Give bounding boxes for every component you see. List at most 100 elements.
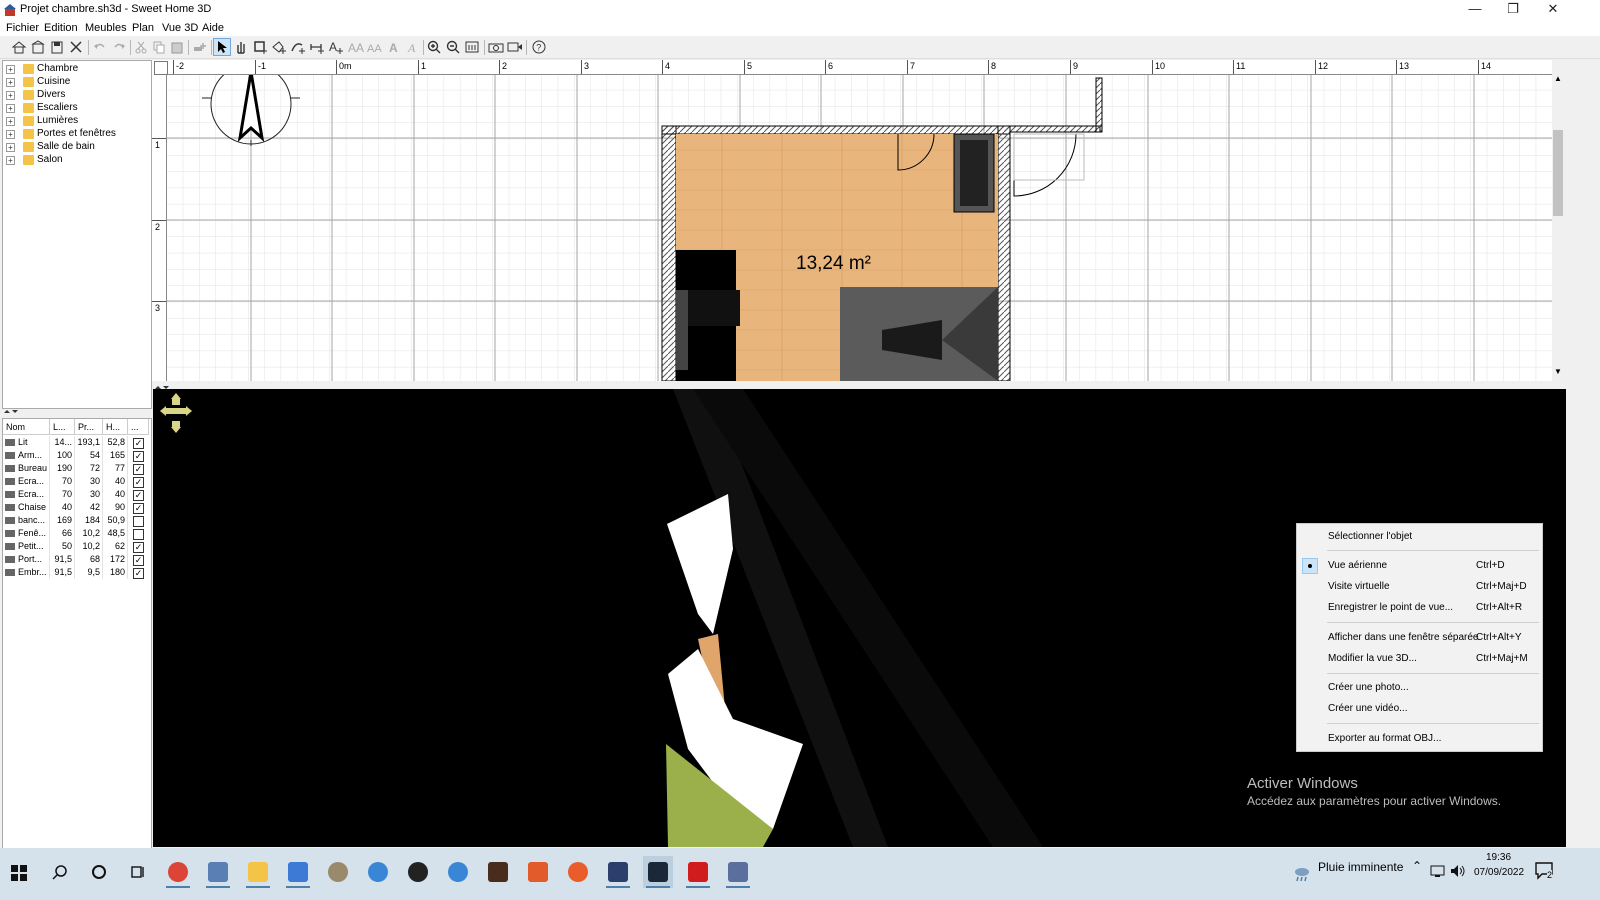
visible-checkbox[interactable]: ✓: [133, 503, 144, 514]
close-button[interactable]: ✕: [1530, 0, 1576, 20]
visible-checkbox[interactable]: ✓: [133, 568, 144, 579]
horizontal-splitter[interactable]: [152, 381, 1566, 389]
taskbar-app[interactable]: [683, 856, 713, 888]
splitter-handle[interactable]: [2, 407, 152, 416]
visible-checkbox[interactable]: [133, 529, 144, 540]
import-furniture-icon[interactable]: [464, 39, 480, 55]
taskbar-app[interactable]: [523, 856, 553, 888]
scroll-up-icon[interactable]: ▲: [1554, 74, 1562, 83]
copy-icon[interactable]: [151, 39, 167, 55]
expand-icon[interactable]: +: [6, 104, 15, 113]
cut-icon[interactable]: [133, 39, 149, 55]
new-home-icon[interactable]: [11, 39, 27, 55]
collapse-arrows-icon[interactable]: [2, 407, 22, 416]
room-area-label[interactable]: 13,24 m²: [796, 253, 871, 274]
select-icon[interactable]: [213, 38, 231, 56]
visible-checkbox[interactable]: [133, 516, 144, 527]
taskbar-app[interactable]: [243, 856, 273, 888]
create-labels-icon[interactable]: A: [328, 39, 344, 55]
expand-icon[interactable]: +: [6, 78, 15, 87]
navigation-arrows-icon[interactable]: [160, 393, 192, 433]
visible-checkbox[interactable]: ✓: [133, 542, 144, 553]
menu-item-separate-window[interactable]: Afficher dans une fenêtre séparée Ctrl+Al…: [1297, 628, 1542, 648]
catalog-category-portes-fenetres[interactable]: + Portes et fenêtres: [3, 128, 149, 141]
expand-icon[interactable]: +: [6, 156, 15, 165]
catalog-category-lumieres[interactable]: + Lumières: [3, 115, 149, 128]
taskbar-app[interactable]: [563, 856, 593, 888]
plan-canvas[interactable]: 13,24 m²: [152, 60, 1565, 381]
column-header-depth[interactable]: Pr...: [75, 419, 103, 435]
bold-icon[interactable]: A: [386, 39, 402, 55]
network-icon[interactable]: [1430, 864, 1446, 878]
tray-chevron-icon[interactable]: ⌃: [1412, 859, 1422, 873]
taskbar-app[interactable]: [403, 856, 433, 888]
taskbar-app[interactable]: [483, 856, 513, 888]
taskbar-app[interactable]: [203, 856, 233, 888]
visible-checkbox[interactable]: ✓: [133, 438, 144, 449]
expand-icon[interactable]: +: [6, 117, 15, 126]
save-icon[interactable]: [49, 39, 65, 55]
scroll-down-icon[interactable]: ▼: [1554, 367, 1562, 376]
taskbar-app[interactable]: [603, 856, 633, 888]
notification-center-icon[interactable]: [1534, 860, 1556, 882]
column-header-height[interactable]: H...: [103, 419, 128, 435]
column-header-name[interactable]: Nom: [3, 419, 50, 435]
taskbar-app[interactable]: [163, 856, 193, 888]
volume-icon[interactable]: [1450, 864, 1466, 878]
furniture-row[interactable]: Embr... 91,5 9,5 180 ✓: [3, 566, 149, 579]
create-walls-icon[interactable]: [252, 39, 268, 55]
undo-icon[interactable]: [92, 39, 108, 55]
menu-plan[interactable]: Plan: [132, 22, 154, 34]
furniture-row[interactable]: Ecra... 70 30 40 ✓: [3, 475, 149, 488]
menu-edition[interactable]: Edition: [44, 22, 78, 34]
taskbar-app[interactable]: [323, 856, 353, 888]
taskbar-app[interactable]: [443, 856, 473, 888]
visible-checkbox[interactable]: ✓: [133, 477, 144, 488]
furniture-row[interactable]: Lit 14... 193,1 52,8 ✓: [3, 436, 149, 449]
catalog-category-salon[interactable]: + Salon: [3, 154, 149, 167]
visible-checkbox[interactable]: ✓: [133, 464, 144, 475]
menu-item-select-object[interactable]: Sélectionner l'objet: [1297, 527, 1542, 547]
plan-vertical-scrollbar[interactable]: ▲ ▼: [1552, 60, 1565, 381]
menu-meubles[interactable]: Meubles: [85, 22, 127, 34]
create-photo-icon[interactable]: [488, 39, 504, 55]
menu-item-virtual-visit[interactable]: Visite virtuelle Ctrl+Maj+D: [1297, 577, 1542, 597]
pan-icon[interactable]: [233, 39, 249, 55]
expand-icon[interactable]: +: [6, 130, 15, 139]
italic-icon[interactable]: A: [405, 39, 421, 55]
paste-icon[interactable]: [169, 39, 185, 55]
menu-item-aerial-view[interactable]: Vue aérienne Ctrl+D: [1297, 556, 1542, 576]
zoom-in-icon[interactable]: [426, 39, 442, 55]
taskbar-app[interactable]: [363, 856, 393, 888]
weather-rain-icon[interactable]: [1292, 864, 1312, 884]
furniture-row[interactable]: Chaise 40 42 90 ✓: [3, 501, 149, 514]
catalog-category-salle-de-bain[interactable]: + Salle de bain: [3, 141, 149, 154]
visible-checkbox[interactable]: ✓: [133, 555, 144, 566]
visible-checkbox[interactable]: ✓: [133, 451, 144, 462]
create-rooms-icon[interactable]: [271, 39, 287, 55]
clock-time[interactable]: 19:36: [1486, 852, 1511, 863]
visible-checkbox[interactable]: ✓: [133, 490, 144, 501]
furniture-row[interactable]: Arm... 100 54 165 ✓: [3, 449, 149, 462]
create-dimensions-icon[interactable]: [309, 39, 325, 55]
furniture-row[interactable]: Fenê... 66 10,2 48,5: [3, 527, 149, 540]
clock-date[interactable]: 07/09/2022: [1474, 867, 1524, 878]
plan-view[interactable]: 13,24 m²: [152, 60, 1565, 381]
menu-item-create-video[interactable]: Créer une vidéo...: [1297, 699, 1542, 719]
create-polylines-icon[interactable]: [290, 39, 306, 55]
increase-text-icon[interactable]: AA: [348, 39, 364, 55]
expand-icon[interactable]: +: [6, 65, 15, 74]
furniture-row[interactable]: Port... 91,5 68 172 ✓: [3, 553, 149, 566]
redo-icon[interactable]: [111, 39, 127, 55]
create-video-icon[interactable]: [507, 39, 523, 55]
add-furniture-icon[interactable]: [192, 39, 208, 55]
task-view-icon[interactable]: [130, 864, 146, 880]
furniture-row[interactable]: banc... 169 184 50,9: [3, 514, 149, 527]
help-icon[interactable]: ?: [531, 39, 547, 55]
menu-item-export-obj[interactable]: Exporter au format OBJ...: [1297, 729, 1542, 749]
menu-item-save-point-of-view[interactable]: Enregistrer le point de vue... Ctrl+Alt+R: [1297, 598, 1542, 618]
taskbar-app[interactable]: [643, 856, 673, 888]
column-header-width[interactable]: L...: [50, 419, 75, 435]
expand-icon[interactable]: +: [6, 143, 15, 152]
menu-item-modify-3d-view[interactable]: Modifier la vue 3D... Ctrl+Maj+M: [1297, 649, 1542, 669]
